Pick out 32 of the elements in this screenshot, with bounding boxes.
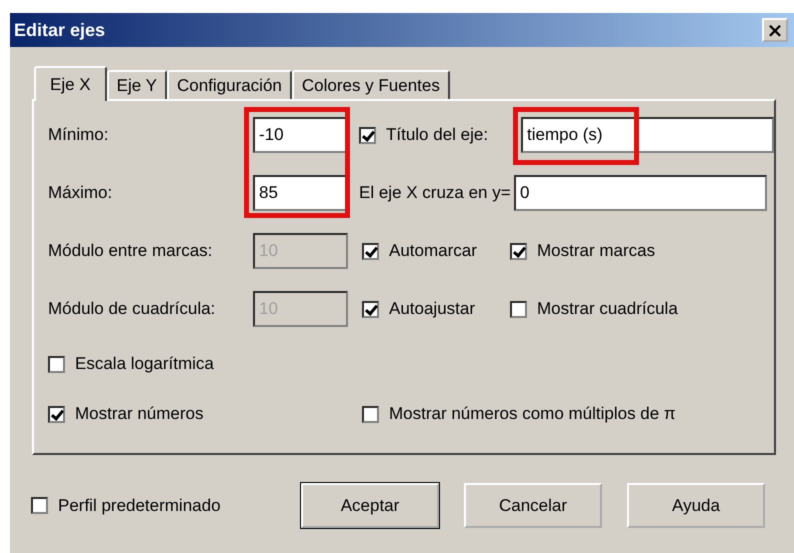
checkbox[interactable] [31,497,48,514]
checkbox[interactable] [48,406,65,422]
checkbox[interactable] [48,356,65,372]
crossing-label: El eje X cruza en y= [359,183,512,203]
checkbox-label: Perfil predeterminado [58,496,221,516]
minimum-label: Mínimo: [48,125,110,145]
spacing-label: Módulo de cuadrícula: [48,299,216,319]
checkbox-label: Mostrar marcas [537,241,656,261]
tab[interactable]: Colores y Fuentes [292,70,450,99]
tab[interactable]: Configuración [166,70,292,99]
maximum-field[interactable]: 85 [253,175,348,211]
axis-title-label: Título del eje: [386,125,488,145]
axis-title-field[interactable]: tiempo (s) [521,117,774,153]
spacing-label: Módulo entre marcas: [48,241,214,261]
close-button[interactable]: × [762,18,788,42]
dialog-button[interactable]: Cancelar [464,483,602,528]
checkbox[interactable] [359,126,376,144]
tab[interactable]: Eje X [34,66,107,101]
checkbox-label: Escala logarítmica [75,354,214,374]
window-title: Editar ejes [14,20,106,40]
dialog-button[interactable]: Aceptar [301,483,439,528]
dialog-button[interactable]: Ayuda [627,483,765,528]
checkbox-label: Mostrar números como múltiplos de π [389,404,676,424]
checkbox-label: Mostrar números [75,404,204,424]
maximum-label: Máximo: [48,183,114,203]
checkbox-label: Automarcar [389,241,477,261]
tab[interactable]: Eje Y [106,70,167,99]
minimum-field[interactable]: -10 [253,117,348,153]
checkbox-label: Mostrar cuadrícula [537,299,678,319]
checkbox[interactable] [362,406,379,422]
checkbox-label: Autoajustar [389,299,475,319]
crossing-field[interactable]: 0 [514,175,767,211]
